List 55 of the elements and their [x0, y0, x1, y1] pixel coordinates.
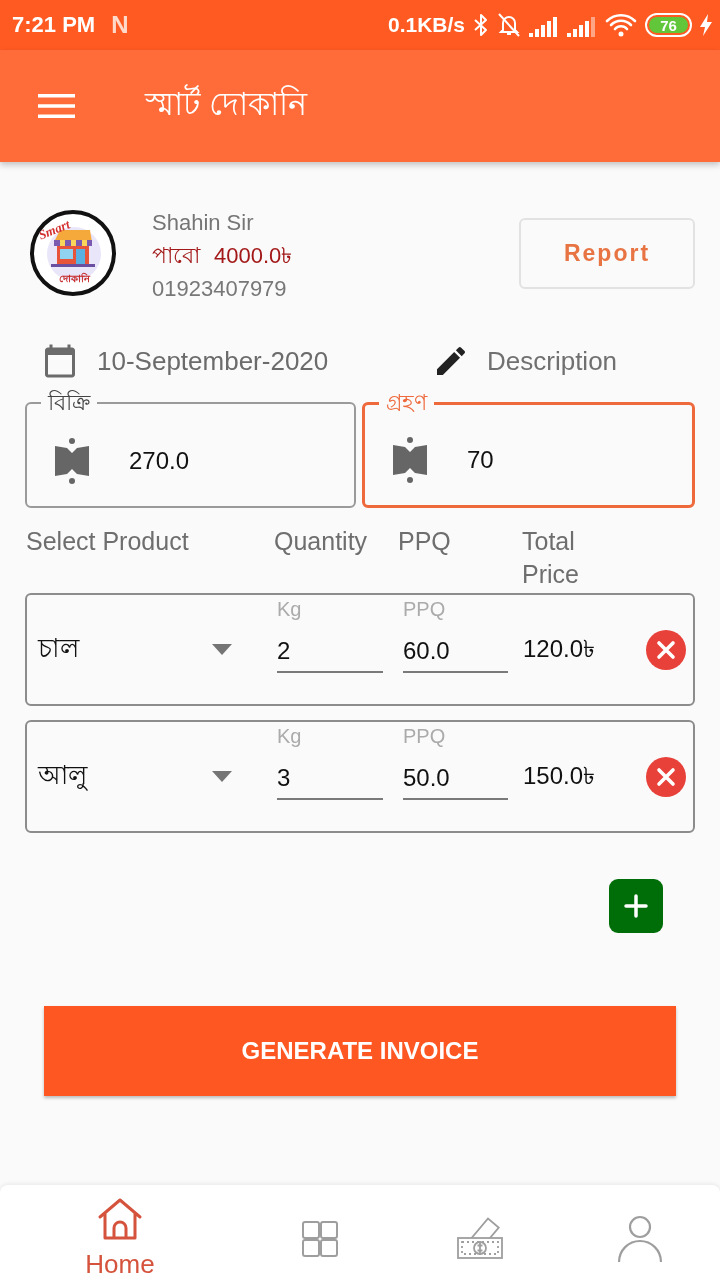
total-price: 120.0৳	[523, 633, 597, 664]
due-label: পাবো	[152, 242, 200, 270]
caret-icon	[212, 771, 232, 782]
column-header: PPQ	[398, 526, 452, 557]
logo-script-text: Smart	[36, 216, 72, 243]
plus-icon	[624, 894, 648, 918]
notification-glyph: N	[111, 12, 129, 38]
banknotes-icon	[456, 1215, 504, 1262]
pencil-icon[interactable]	[437, 347, 465, 375]
description-field[interactable]: Description	[487, 345, 697, 377]
price-input[interactable]: 60.0	[403, 622, 508, 673]
field-label: বিক্রি	[46, 391, 92, 415]
grid-icon	[302, 1220, 338, 1257]
field-label: Kg	[277, 724, 302, 749]
bluetooth-icon	[473, 12, 489, 38]
bolt-icon	[700, 14, 712, 36]
calendar-icon[interactable]	[45, 344, 75, 378]
customer-phone: 01923407979	[152, 275, 288, 303]
product-dropdown[interactable]: আলু	[38, 751, 232, 802]
price-input[interactable]: 50.0	[403, 749, 508, 800]
field-label: গ্রহণ	[385, 391, 429, 415]
field-label: Kg	[277, 597, 302, 622]
caret-icon	[212, 644, 232, 655]
app-title: স্মার্ট দোকানি	[145, 83, 307, 124]
field-label: PPQ	[403, 724, 446, 749]
status-time: 7:21 PM	[12, 12, 96, 38]
quantity-input[interactable]: 3	[277, 749, 383, 800]
bowtie-icon	[53, 435, 91, 486]
logo-caption-text: দোকানি	[58, 273, 90, 284]
bell-off-icon	[497, 12, 521, 38]
customer-name: Shahin Sir	[152, 209, 255, 237]
wifi-icon	[605, 12, 637, 38]
product-dropdown[interactable]: চাল	[38, 624, 232, 675]
remove-icon[interactable]	[646, 629, 686, 670]
field-label: PPQ	[403, 597, 446, 622]
amount-field[interactable]: বিক্রি 270.0	[25, 391, 356, 508]
column-header: Select Product	[26, 526, 190, 557]
amount-input[interactable]: 270.0	[129, 443, 279, 478]
add-button[interactable]	[609, 879, 663, 933]
person-icon	[617, 1214, 663, 1263]
bowtie-icon	[391, 435, 429, 485]
menu-icon[interactable]	[38, 94, 75, 118]
amount-input[interactable]: 70	[467, 443, 617, 477]
quantity-input[interactable]: 2	[277, 622, 383, 673]
home-icon	[97, 1197, 143, 1241]
network-speed: 0.1KB/s	[387, 12, 465, 38]
battery-indicator: 76	[645, 13, 692, 37]
date-text[interactable]: 10-September-2020	[97, 345, 329, 377]
column-header: Total Price	[522, 526, 580, 590]
amount-field[interactable]: গ্রহণ 70	[362, 391, 695, 508]
remove-icon[interactable]	[646, 756, 686, 797]
column-header: Quantity	[274, 526, 369, 557]
total-price: 150.0৳	[523, 760, 597, 791]
nav-tab[interactable]: Home	[0, 1185, 240, 1280]
due-amount: 4000.0৳	[214, 242, 293, 270]
